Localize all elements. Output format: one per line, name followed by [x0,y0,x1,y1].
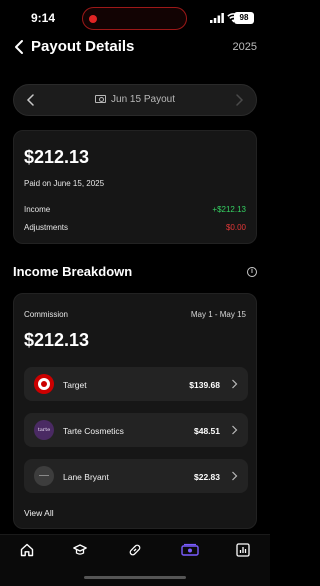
page-title: Payout Details [31,38,135,55]
back-chevron-icon[interactable] [12,39,26,55]
view-all-link[interactable]: View All [24,508,54,518]
brand-amount: $22.83 [194,472,220,482]
recording-dot-icon [89,15,97,23]
tarte-logo-icon: tarte [34,420,54,440]
chevron-right-icon [232,425,238,435]
payout-selector-center: Jun 15 Payout [14,94,256,105]
status-time: 9:14 [31,11,56,25]
status-bar: 9:14 98 [0,0,270,36]
payout-icon[interactable] [181,543,199,557]
brand-amount: $48.51 [194,426,220,436]
income-value: +$212.13 [212,205,246,214]
chevron-right-icon [232,471,238,481]
chevron-right-icon [232,379,238,389]
payout-summary-card: $212.13 Paid on June 15, 2025 Income +$2… [13,130,257,244]
graduation-cap-icon[interactable] [73,543,87,557]
year-label[interactable]: 2025 [233,41,257,53]
cellular-signal-icon [210,13,224,23]
brand-row-target[interactable]: Target $139.68 [24,367,248,401]
payout-selector: Jun 15 Payout [13,84,257,116]
link-icon[interactable] [128,543,142,557]
brand-amount: $139.68 [189,380,220,390]
payout-selector-label: Jun 15 Payout [111,94,175,105]
page-header: Payout Details 2025 [0,36,270,60]
income-label: Income [24,205,51,214]
section-title: Income Breakdown [13,264,133,279]
paid-on-date: Paid on June 15, 2025 [24,179,105,188]
brand-row-lane-bryant[interactable]: Lane Bryant $22.83 [24,459,248,493]
home-indicator [84,576,186,579]
commission-label: Commission [24,310,69,319]
analytics-icon[interactable] [236,543,250,557]
brand-name: Tarte Cosmetics [63,426,124,436]
commission-amount: $212.13 [24,330,90,350]
home-icon[interactable] [20,543,34,557]
info-icon[interactable]: i [247,267,257,277]
cash-icon [95,95,107,103]
brand-row-tarte[interactable]: tarte Tarte Cosmetics $48.51 [24,413,248,447]
target-logo-icon [34,374,54,394]
brand-name: Lane Bryant [63,472,109,482]
date-range: May 1 - May 15 [190,310,246,319]
adjustments-value: $0.00 [225,223,246,232]
dynamic-island [82,7,187,30]
battery-indicator: 98 [234,12,254,24]
lane-bryant-logo-icon [34,466,54,486]
adjustments-label: Adjustments [24,223,69,232]
brand-name: Target [63,380,87,390]
payout-amount: $212.13 [24,147,90,167]
next-payout-chevron-icon[interactable] [234,94,244,106]
income-breakdown-card: Commission May 1 - May 15 $212.13 Target… [13,293,257,529]
